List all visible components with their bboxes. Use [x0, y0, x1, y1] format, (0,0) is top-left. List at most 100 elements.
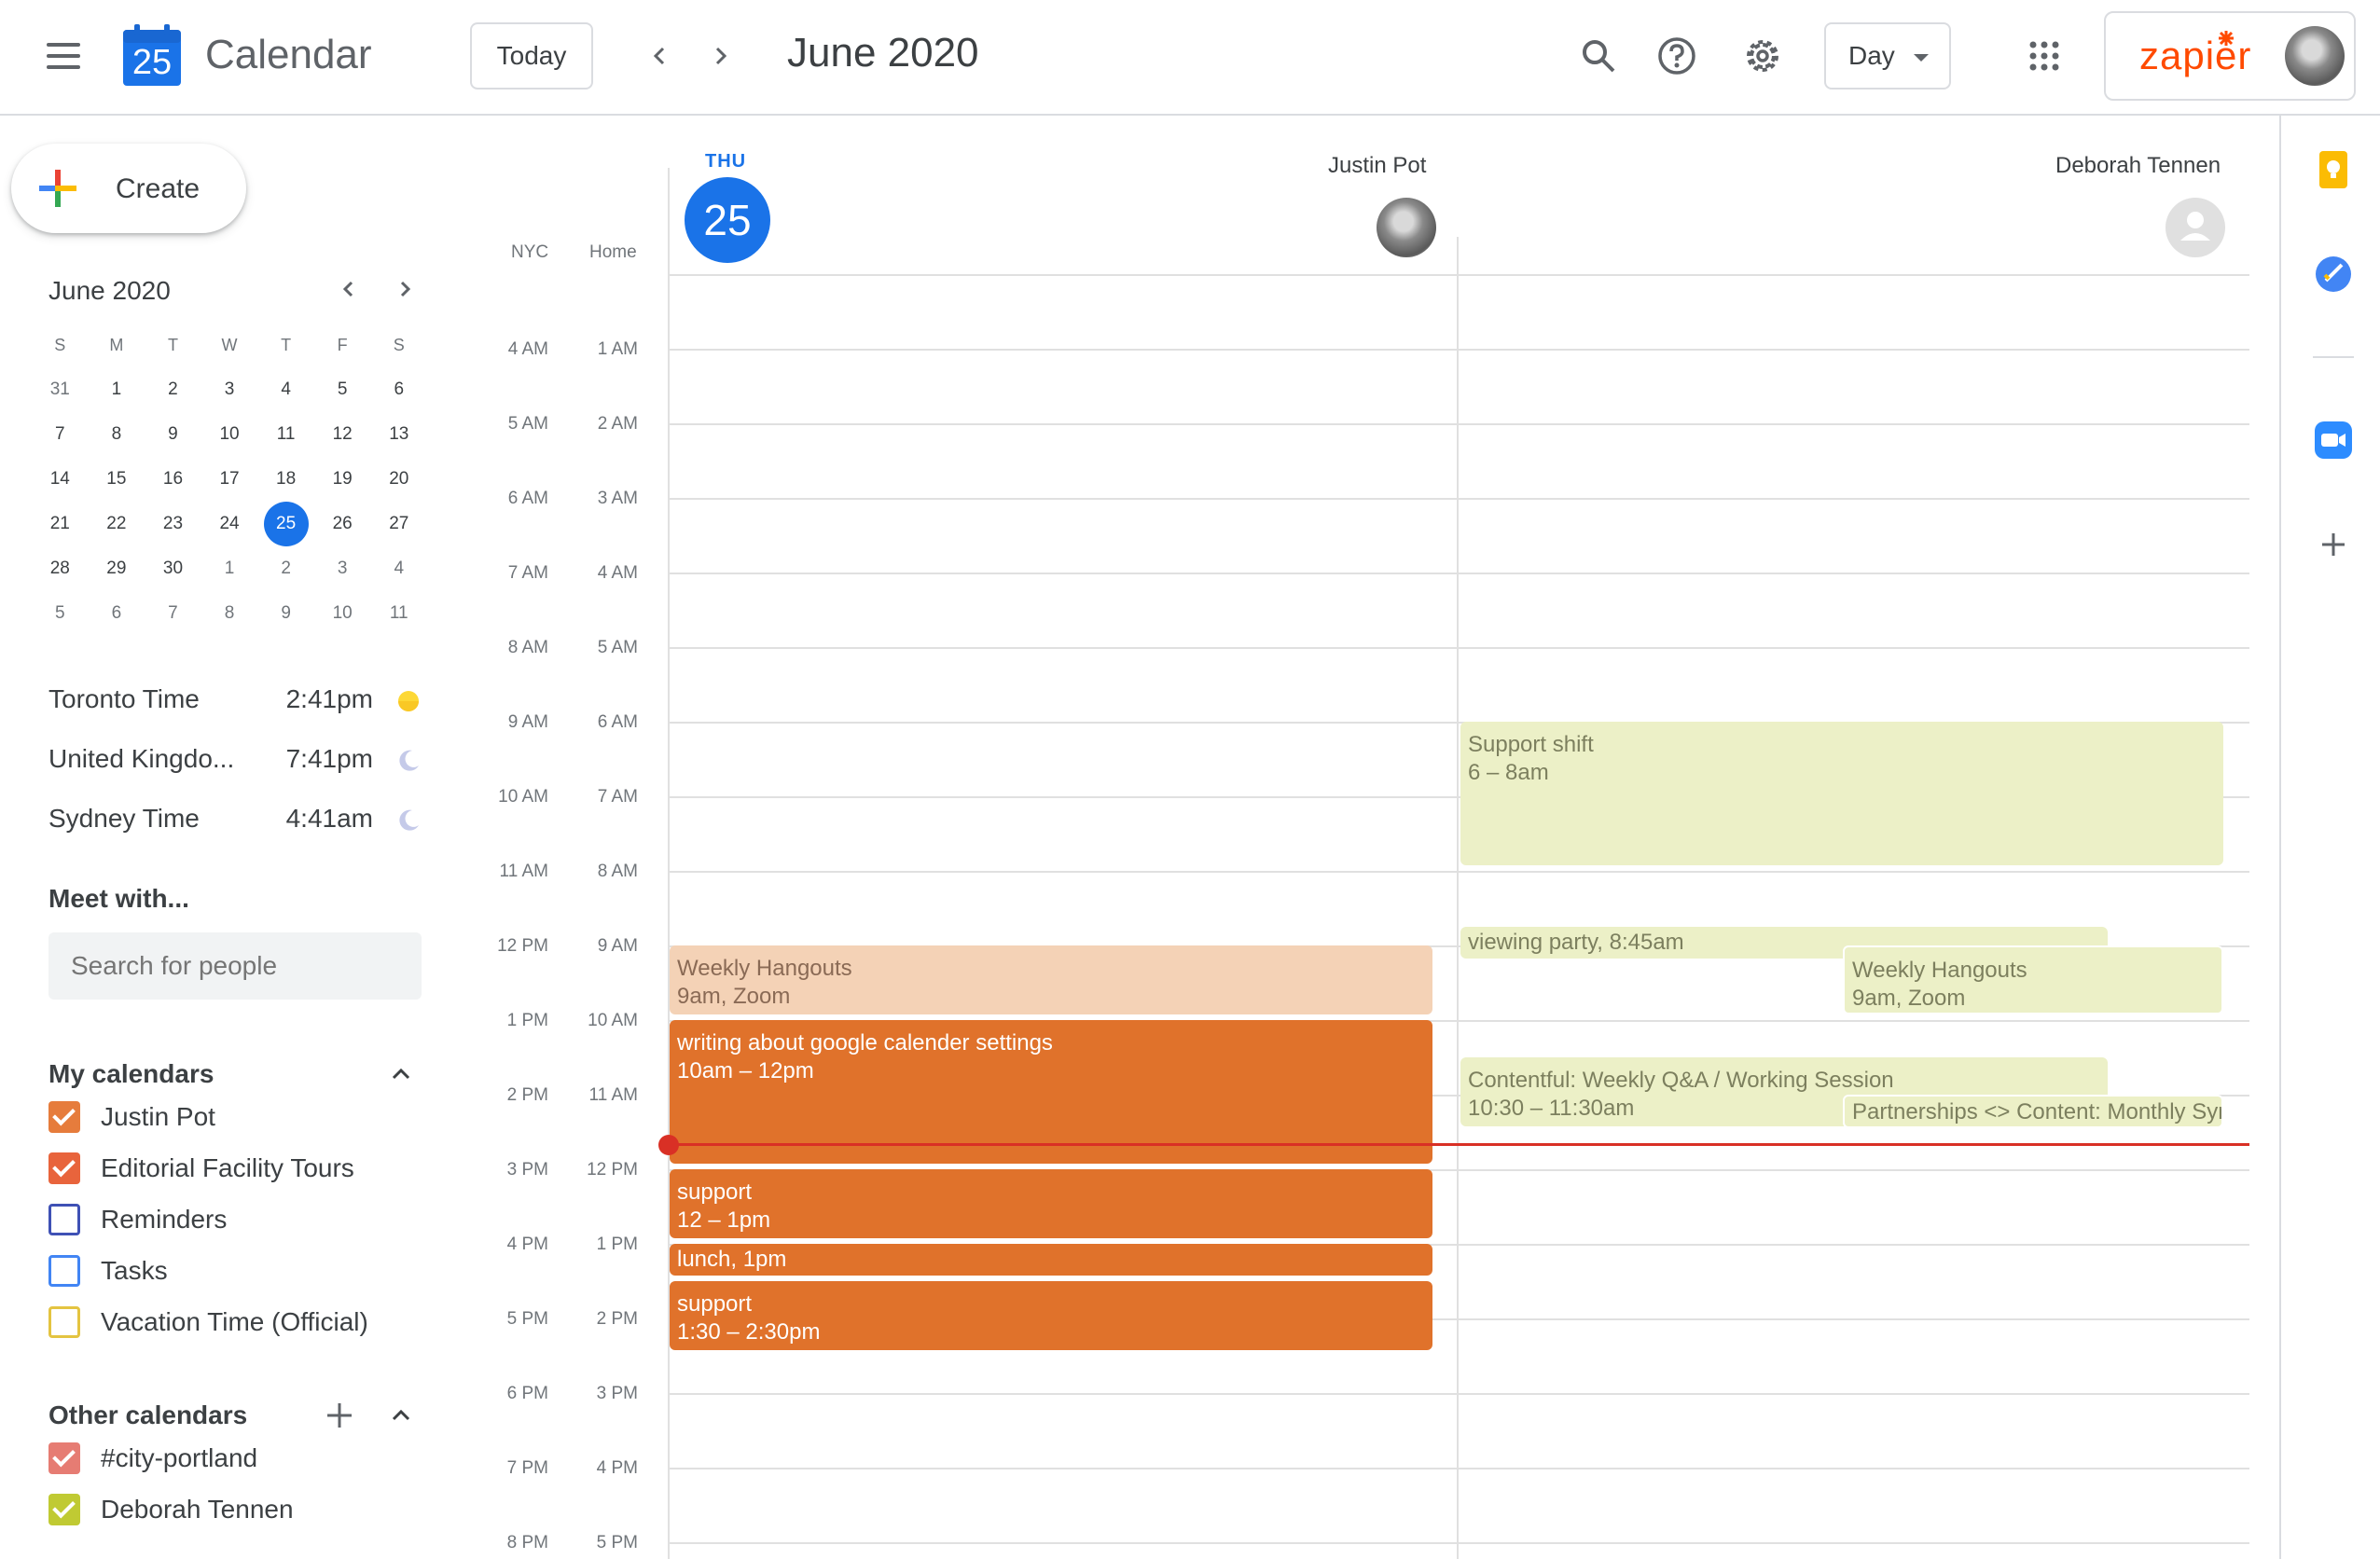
apps-button[interactable] — [2018, 30, 2070, 82]
mini-calendar-day[interactable]: 26 — [314, 502, 371, 546]
mini-calendar-day[interactable]: 14 — [32, 457, 89, 502]
view-selector[interactable]: Day — [1824, 22, 1951, 90]
my-calendars-title[interactable]: My calendars — [48, 1059, 214, 1089]
mini-calendar-day[interactable]: 1 — [201, 546, 258, 591]
event-support-shift[interactable]: Support shift 6 – 8am — [1460, 722, 2223, 865]
mini-calendar-day[interactable]: 6 — [89, 591, 145, 636]
calendar-toggle[interactable]: #city-portland — [48, 1438, 257, 1479]
event-partnerships-sync[interactable]: Partnerships <> Content: Monthly Sync — [1843, 1095, 2223, 1128]
zoom-button[interactable] — [2309, 416, 2358, 464]
search-people-input[interactable] — [48, 932, 422, 1000]
mini-calendar-day[interactable]: 28 — [32, 546, 89, 591]
search-button[interactable] — [1572, 30, 1625, 82]
day-label: 30 — [162, 559, 184, 578]
calendar-checkbox[interactable] — [48, 1494, 80, 1525]
mini-calendar-day[interactable]: 3 — [201, 367, 258, 412]
mini-calendar-day[interactable]: 19 — [314, 457, 371, 502]
add-addon-button[interactable] — [2309, 520, 2358, 569]
mini-calendar-day[interactable]: 30 — [145, 546, 201, 591]
mini-calendar-next-button[interactable] — [386, 270, 423, 308]
mini-calendar-day[interactable]: 7 — [32, 412, 89, 457]
world-clock-label: United Kingdo... — [48, 744, 235, 773]
mini-calendar-day[interactable]: 9 — [145, 412, 201, 457]
mini-calendar-day[interactable]: 13 — [370, 412, 427, 457]
mini-calendar-day[interactable]: 23 — [145, 502, 201, 546]
mini-calendar-day[interactable]: 27 — [370, 502, 427, 546]
tasks-button[interactable] — [2309, 250, 2358, 298]
day-label: 6 — [394, 379, 405, 399]
mini-calendar-day[interactable]: 9 — [257, 591, 314, 636]
account-switcher[interactable]: zapier — [2104, 11, 2356, 101]
mini-calendar-day[interactable]: 20 — [370, 457, 427, 502]
mini-calendar-day[interactable]: 15 — [89, 457, 145, 502]
mini-calendar-day[interactable]: 18 — [257, 457, 314, 502]
my-calendars-collapse-button[interactable] — [382, 1055, 420, 1093]
mini-calendar-day[interactable]: 11 — [370, 591, 427, 636]
mini-calendar-day[interactable]: 21 — [32, 502, 89, 546]
mini-calendar-day[interactable]: 16 — [145, 457, 201, 502]
mini-calendar-day[interactable]: 2 — [145, 367, 201, 412]
account-avatar[interactable] — [2285, 26, 2345, 86]
other-calendars-title[interactable]: Other calendars — [48, 1400, 247, 1430]
event-weekly-hangouts[interactable]: Weekly Hangouts 9am, Zoom — [1843, 945, 2223, 1014]
mini-calendar-day[interactable]: 4 — [257, 367, 314, 412]
mini-calendar-day[interactable]: 4 — [370, 546, 427, 591]
mini-calendar-day[interactable]: 6 — [370, 367, 427, 412]
add-other-calendar-button[interactable] — [321, 1397, 358, 1434]
mini-calendar-day[interactable]: 24 — [201, 502, 258, 546]
calendar-checkbox[interactable] — [48, 1204, 80, 1235]
event-support[interactable]: support 12 – 1pm — [670, 1169, 1432, 1238]
keep-button[interactable] — [2309, 145, 2358, 194]
calendar-toggle[interactable]: Reminders — [48, 1199, 227, 1240]
event-writing-settings[interactable]: writing about google calender settings 1… — [670, 1020, 1432, 1164]
mini-calendar-day[interactable]: 2 — [257, 546, 314, 591]
create-button[interactable]: Create — [11, 144, 246, 233]
calendar-toggle[interactable]: Deborah Tennen — [48, 1489, 294, 1530]
mini-calendar-day[interactable]: 22 — [89, 502, 145, 546]
mini-calendar-day[interactable]: 7 — [145, 591, 201, 636]
mini-calendar-day[interactable]: 5 — [32, 591, 89, 636]
event-support[interactable]: support 1:30 – 2:30pm — [670, 1281, 1432, 1350]
calendar-toggle[interactable]: Tasks — [48, 1250, 168, 1291]
previous-day-button[interactable] — [638, 34, 683, 78]
mini-calendar-day[interactable]: 8 — [201, 591, 258, 636]
event-time: 9am, Zoom — [677, 984, 791, 1009]
calendar-checkbox[interactable] — [48, 1152, 80, 1184]
calendar-checkbox[interactable] — [48, 1306, 80, 1338]
today-button[interactable]: Today — [470, 22, 593, 90]
chevron-up-icon — [392, 1068, 410, 1080]
other-calendars-collapse-button[interactable] — [382, 1397, 420, 1434]
day-label: 18 — [276, 469, 297, 489]
day-number[interactable]: 25 — [685, 177, 770, 263]
mini-calendar-day[interactable]: 10 — [201, 412, 258, 457]
calendar-checkbox[interactable] — [48, 1255, 80, 1287]
hour-gridline — [668, 349, 2249, 351]
main-menu-icon[interactable] — [37, 37, 90, 78]
mini-calendar-day[interactable]: 11 — [257, 412, 314, 457]
calendar-toggle[interactable]: Editorial Facility Tours — [48, 1148, 354, 1189]
mini-calendar-day[interactable]: 1 — [89, 367, 145, 412]
meet-with-title: Meet with... — [48, 884, 189, 913]
settings-button[interactable] — [1737, 30, 1789, 82]
calendar-checkbox[interactable] — [48, 1442, 80, 1474]
calendar-toggle[interactable]: Justin Pot — [48, 1097, 215, 1138]
plus-icon — [327, 1403, 352, 1428]
mini-calendar-day[interactable]: 17 — [201, 457, 258, 502]
allday-divider — [668, 274, 2249, 276]
calendar-toggle[interactable]: Vacation Time (Official) — [48, 1302, 368, 1343]
mini-calendar-day[interactable]: 10 — [314, 591, 371, 636]
help-button[interactable] — [1651, 30, 1703, 82]
event-lunch[interactable]: lunch, 1pm — [670, 1244, 1432, 1276]
event-time: 1:30 – 2:30pm — [677, 1319, 821, 1345]
mini-calendar-day[interactable]: 29 — [89, 546, 145, 591]
event-weekly-hangouts[interactable]: Weekly Hangouts 9am, Zoom — [670, 945, 1432, 1014]
mini-calendar-day[interactable]: 31 — [32, 367, 89, 412]
mini-calendar-day[interactable]: 5 — [314, 367, 371, 412]
mini-calendar-day[interactable]: 12 — [314, 412, 371, 457]
mini-calendar-day[interactable]: 25 — [257, 502, 314, 546]
calendar-checkbox[interactable] — [48, 1101, 80, 1133]
mini-calendar-day[interactable]: 8 — [89, 412, 145, 457]
mini-calendar-prev-button[interactable] — [330, 270, 367, 308]
next-day-button[interactable] — [698, 34, 742, 78]
mini-calendar-day[interactable]: 3 — [314, 546, 371, 591]
